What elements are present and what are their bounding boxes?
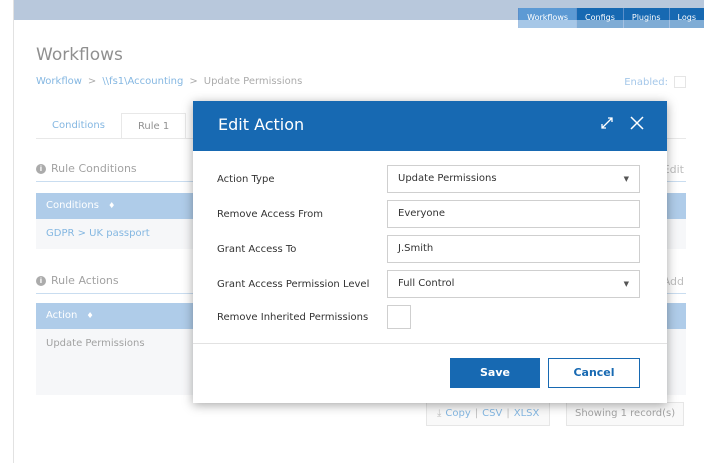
remove-access-row: Remove Access From Everyone	[217, 200, 640, 228]
permission-level-select[interactable]: Full Control ▼	[387, 270, 640, 298]
edit-action-dialog: Edit Action Action Type Update Permissio…	[193, 101, 667, 403]
cancel-button[interactable]: Cancel	[548, 358, 640, 388]
close-icon[interactable]	[629, 115, 645, 131]
grant-access-label: Grant Access To	[217, 243, 297, 255]
action-type-value: Update Permissions	[398, 173, 497, 184]
permission-level-label: Grant Access Permission Level	[217, 278, 370, 290]
dialog-footer-divider	[193, 343, 667, 344]
dialog-title: Edit Action	[218, 115, 305, 134]
remove-inherited-checkbox[interactable]	[387, 305, 411, 329]
dialog-header: Edit Action	[193, 101, 667, 151]
chevron-down-icon: ▼	[623, 280, 629, 288]
grant-access-row: Grant Access To J.Smith	[217, 235, 640, 263]
remove-access-label: Remove Access From	[217, 208, 323, 220]
save-button[interactable]: Save	[450, 358, 540, 388]
page: Workflows Configs Plugins Logs Workflows…	[0, 0, 704, 463]
expand-icon[interactable]	[599, 115, 615, 131]
grant-access-input[interactable]: J.Smith	[387, 235, 640, 263]
action-type-select[interactable]: Update Permissions ▼	[387, 165, 640, 193]
remove-inherited-row: Remove Inherited Permissions	[217, 303, 640, 331]
remove-access-input[interactable]: Everyone	[387, 200, 640, 228]
chevron-down-icon: ▼	[623, 175, 629, 183]
permission-level-value: Full Control	[398, 278, 455, 289]
remove-inherited-label: Remove Inherited Permissions	[217, 311, 369, 323]
permission-level-row: Grant Access Permission Level Full Contr…	[217, 270, 640, 298]
action-type-row: Action Type Update Permissions ▼	[217, 165, 640, 193]
dialog-controls	[599, 115, 645, 131]
action-type-label: Action Type	[217, 173, 275, 185]
